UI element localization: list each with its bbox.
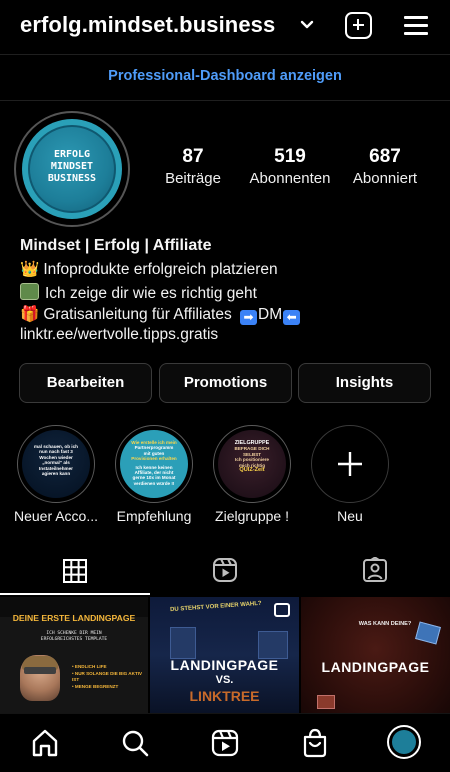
stat-following-value: 687 <box>369 146 401 167</box>
profile-nav-avatar[interactable] <box>387 725 421 759</box>
highlight-cover-text: ZIELGRUPPE BEFRAGE DICH SELBST Ich position… <box>234 440 270 474</box>
home-icon[interactable] <box>30 728 60 763</box>
professional-dashboard-link[interactable]: Professional-Dashboard anzeigen <box>0 68 450 84</box>
search-icon[interactable] <box>120 728 150 763</box>
divider <box>0 54 450 55</box>
post-thumbnail[interactable]: DU STEHST VOR EINER WAHL? LANDINGPAGE VS… <box>150 597 299 713</box>
highlight-label: Neu <box>337 508 363 524</box>
post-headline: LANDINGPAGE <box>170 657 279 673</box>
plus-icon <box>311 425 389 503</box>
active-tab-indicator <box>0 593 150 595</box>
avatar-logo-text: ERFOLG MINDSET BUSINESS <box>47 149 97 184</box>
stat-followers[interactable]: 519 Abonnenten <box>240 146 340 187</box>
bio-link[interactable]: linktr.ee/wertvolle.tipps.gratis <box>20 326 218 344</box>
highlight-cover[interactable]: mal schauen, ob ich nun nach fast 3 Wochen… <box>22 430 90 498</box>
bio-line: Ich zeige dir wie es richtig geht <box>20 283 257 303</box>
stat-posts-value: 87 <box>182 146 204 167</box>
insights-button[interactable]: Insights <box>298 363 431 403</box>
edit-profile-button[interactable]: Bearbeiten <box>19 363 152 403</box>
post-top-text: WAS KANN DEINE? <box>358 621 412 627</box>
chevron-down-icon[interactable] <box>300 14 314 41</box>
post-bullets: • ENDLICH LIFE • NUR SOLANGE DIE BIG AKTI… <box>72 664 143 689</box>
account-username[interactable]: erfolg.mindset.business <box>20 12 275 38</box>
arrow-left-icon: ⬅ <box>283 310 301 325</box>
box-illustration <box>317 695 335 709</box>
post-headline: LANDINGPAGE <box>321 659 430 675</box>
stat-followers-value: 519 <box>274 146 306 167</box>
post-title: DEINE ERSTE LANDINGPAGE <box>12 613 136 623</box>
bio-line: 🎁 Gratisanleitung für Affiliates ➡ DM ⬅ <box>20 305 301 325</box>
stat-followers-label: Abonnenten <box>249 170 331 187</box>
post-subtitle: ICH SCHENKE DIR MEIN ERFOLGREICHSTES TEM… <box>40 631 108 642</box>
building-illustration <box>170 627 196 659</box>
tab-tagged[interactable] <box>300 548 450 594</box>
avatar <box>392 730 416 754</box>
shop-icon[interactable] <box>300 728 330 763</box>
create-post-icon[interactable] <box>345 12 372 39</box>
post-thumbnail[interactable]: WAS KANN DEINE? LANDINGPAGE <box>301 597 450 713</box>
highlight-label: Neuer Acco... <box>13 508 99 524</box>
tab-posts-grid[interactable] <box>0 548 150 594</box>
highlight-cover[interactable]: ZIELGRUPPE BEFRAGE DICH SELBST Ich position… <box>218 430 286 498</box>
profile-name: Mindset | Erfolg | Affiliate <box>20 237 212 254</box>
crown-icon: 👑 <box>20 261 40 278</box>
grid-icon <box>63 559 87 583</box>
hamburger-menu-icon[interactable] <box>404 14 428 36</box>
tagged-user-icon <box>363 557 387 582</box>
divider <box>0 713 450 714</box>
highlight-label: Empfehlung <box>116 508 192 524</box>
post-thumbnail[interactable]: DEINE ERSTE LANDINGPAGE ICH SCHENKE DIR … <box>0 597 148 713</box>
stat-following[interactable]: 687 Abonniert <box>340 146 430 187</box>
highlight-cover-text: Wie erstelle ich mein Partnerprogramm mit … <box>131 440 177 486</box>
money-icon <box>20 283 39 300</box>
promotions-button[interactable]: Promotions <box>159 363 292 403</box>
post-vs: VS. <box>215 674 234 686</box>
arrow-right-icon: ➡ <box>240 310 258 325</box>
stat-posts-label: Beiträge <box>165 170 221 187</box>
reels-nav-icon[interactable] <box>210 728 240 763</box>
highlight-cover[interactable]: Wie erstelle ich mein Partnerprogramm mit … <box>120 430 188 498</box>
laptop-illustration <box>415 621 441 645</box>
highlight-label: Zielgruppe ! <box>215 508 289 524</box>
gift-icon: 🎁 <box>20 306 40 323</box>
stat-following-label: Abonniert <box>352 170 418 187</box>
highlight-cover-text: mal schauen, ob ich nun nach fast 3 Wochen… <box>34 444 78 477</box>
reels-icon <box>213 558 237 582</box>
post-top-text: DU STEHST VOR EINER WAHL? <box>169 600 262 614</box>
stat-posts[interactable]: 87 Beiträge <box>148 146 238 187</box>
post-headline-2: LINKTREE <box>189 688 260 704</box>
tab-reels[interactable] <box>150 548 300 594</box>
divider <box>0 100 450 101</box>
carousel-icon <box>274 603 290 617</box>
bio-line: 👑 Infoprodukte erfolgreich platzieren <box>20 261 278 278</box>
